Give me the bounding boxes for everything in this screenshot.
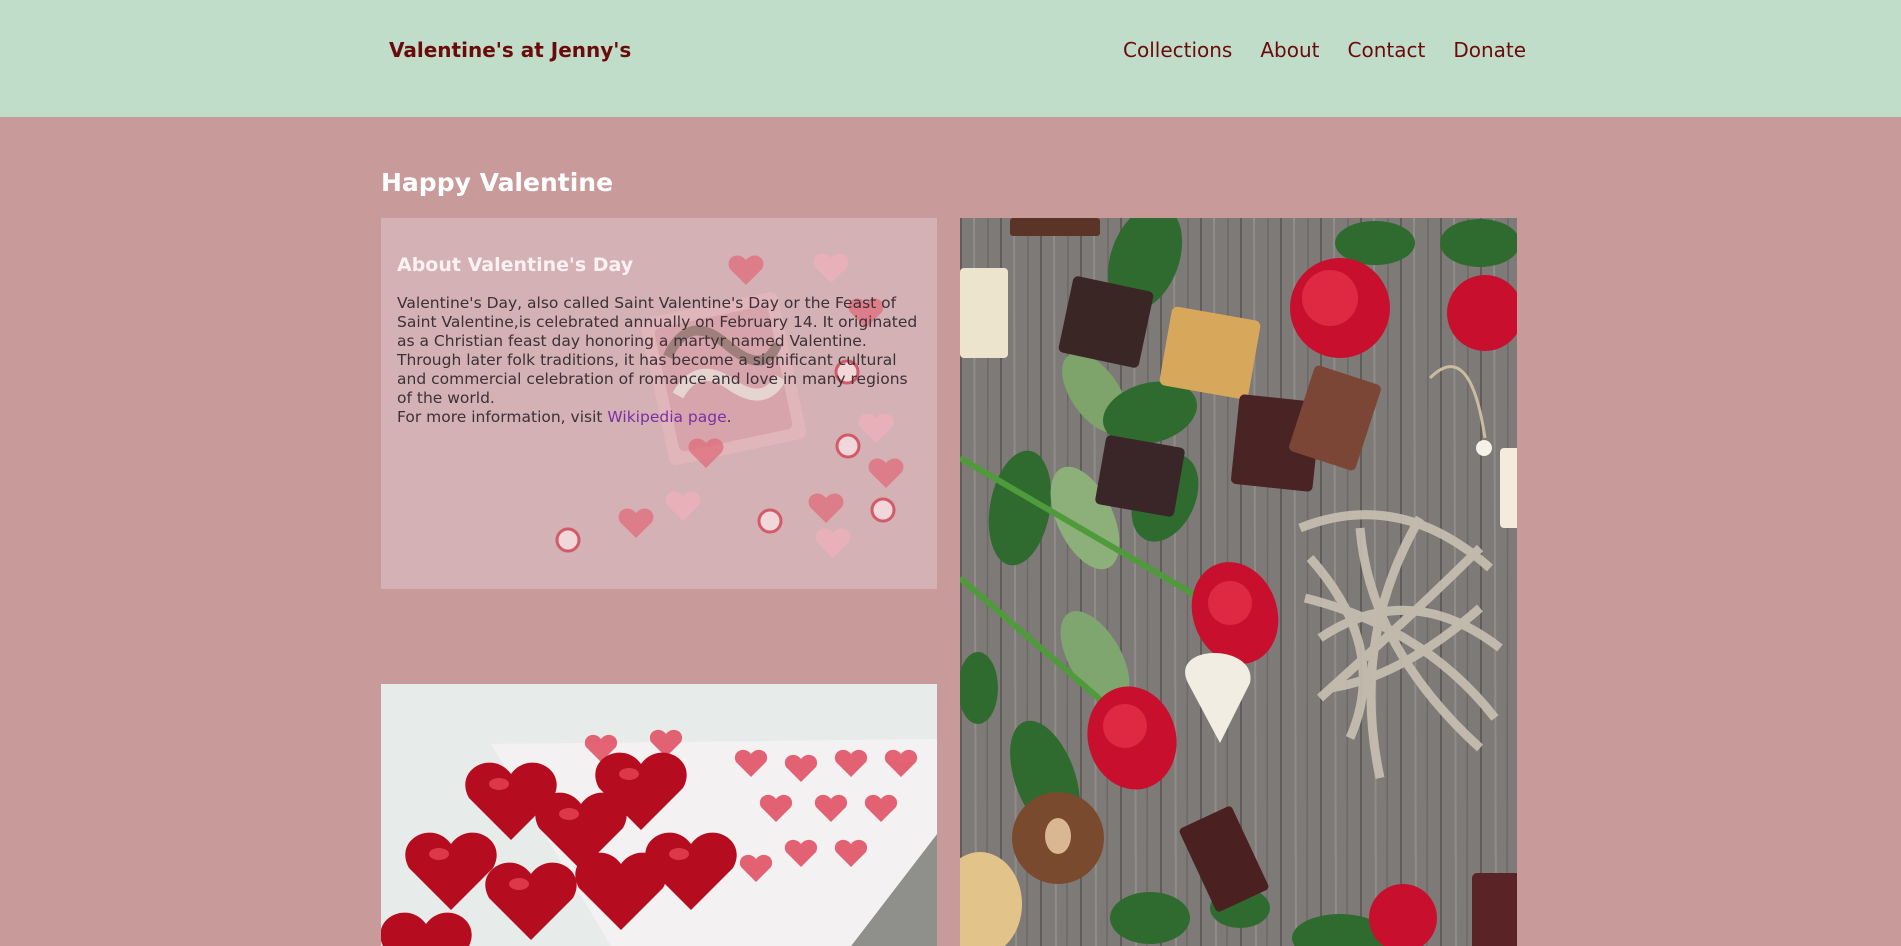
more-info-suffix: .: [726, 408, 732, 426]
more-info-line: For more information, visit Wikipedia pa…: [397, 408, 732, 427]
about-heading: About Valentine's Day: [397, 254, 634, 276]
nav-link-about[interactable]: About: [1260, 38, 1319, 62]
about-card: About Valentine's Day Valentine's Day, a…: [381, 218, 937, 589]
brand-logo-link[interactable]: Valentine's at Jenny's: [389, 38, 631, 62]
main-nav: Collections About Contact Donate: [1123, 38, 1526, 62]
nav-link-collections[interactable]: Collections: [1123, 38, 1232, 62]
about-body-text: Valentine's Day, also called Saint Valen…: [397, 294, 918, 407]
roses-and-chocolates-photo: [960, 218, 1517, 946]
wikipedia-link[interactable]: Wikipedia page: [607, 408, 726, 426]
site-header: Valentine's at Jenny's Collections About…: [0, 0, 1901, 117]
more-info-prefix: For more information, visit: [397, 408, 608, 426]
heart-chocolates-photo: [381, 684, 937, 946]
page-title: Happy Valentine: [381, 168, 614, 197]
nav-link-contact[interactable]: Contact: [1348, 38, 1426, 62]
nav-link-donate[interactable]: Donate: [1453, 38, 1526, 62]
